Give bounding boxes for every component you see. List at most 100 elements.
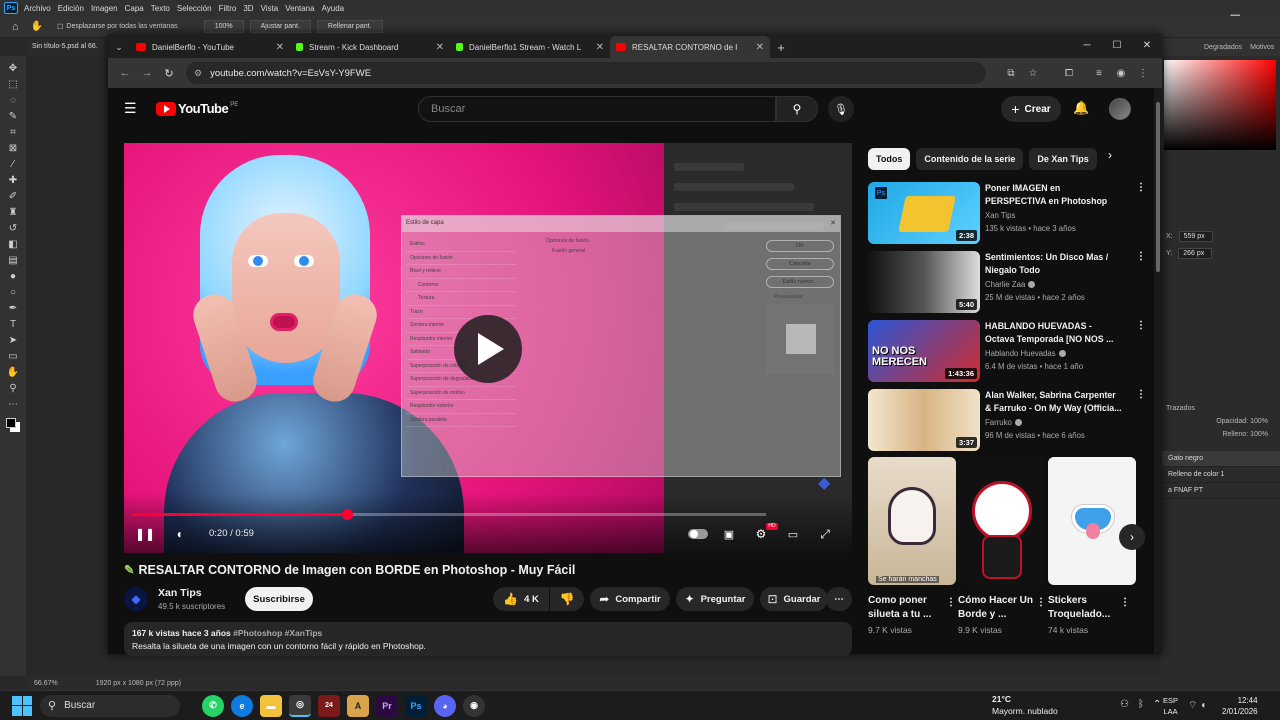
chip-todos[interactable]: Todos — [868, 148, 911, 170]
frame-tool-icon[interactable]: ⊠ — [5, 141, 21, 155]
save-button[interactable]: ⊡ Guardar — [760, 587, 828, 611]
back-icon[interactable]: ← — [114, 62, 136, 84]
tab-motivos[interactable]: Motivos — [1250, 44, 1274, 51]
reload-icon[interactable]: ↻ — [158, 62, 180, 84]
tray-chevron-icon[interactable]: ⌃ — [1153, 699, 1161, 710]
profile-icon[interactable]: ◉ — [1110, 62, 1132, 84]
page-scrollbar[interactable] — [1154, 88, 1162, 654]
like-button[interactable]: 👍 4 K — [493, 587, 549, 611]
short-thumbnail[interactable]: Se harán manchas — [868, 457, 956, 585]
site-info-icon[interactable]: ⚙ — [194, 68, 202, 79]
channel-avatar[interactable]: ◆ — [124, 587, 148, 611]
zoom-tool-icon[interactable]: ⚲ — [5, 381, 21, 395]
taskbar-clock[interactable]: 12:44 2/01/2026 — [1222, 695, 1258, 717]
recommendation-channel[interactable]: Hablando Huevadas — [985, 349, 1066, 358]
fit-screen-button[interactable]: Ajustar pant. — [249, 20, 311, 33]
quick-select-tool-icon[interactable]: ✎ — [5, 109, 21, 123]
file-explorer-icon[interactable]: ▬ — [260, 694, 282, 717]
ps-menu-3d[interactable]: 3D — [243, 4, 253, 13]
gamepad-icon[interactable]: ⚇ — [1120, 699, 1129, 710]
share-button[interactable]: ➦ Compartir — [590, 587, 670, 611]
forward-icon[interactable]: → — [136, 62, 158, 84]
scrollbar-thumb[interactable] — [1156, 102, 1160, 272]
reading-list-icon[interactable]: ≡ — [1088, 62, 1110, 84]
shape-tool-icon[interactable]: ▭ — [5, 349, 21, 363]
healing-tool-icon[interactable]: ✚ — [5, 173, 21, 187]
video-thumbnail[interactable]: 3:37 — [868, 389, 980, 451]
shorts-next-icon[interactable]: › — [1119, 524, 1145, 550]
tab-search-icon[interactable]: ⌄ — [108, 36, 130, 58]
weather-widget[interactable]: 21°C Mayorm. nublado — [992, 693, 1058, 717]
fill-screen-button[interactable]: Rellenar pant. — [316, 20, 383, 33]
volume-icon[interactable]: ◖ — [170, 523, 188, 545]
color-picker-gradient[interactable] — [1164, 60, 1276, 150]
more-options-icon[interactable]: ⋮ — [1136, 320, 1146, 331]
marquee-tool-icon[interactable]: ⬚ — [5, 77, 21, 91]
brush-tool-icon[interactable]: ✐ — [5, 189, 21, 203]
eraser-tool-icon[interactable]: ◧ — [5, 237, 21, 251]
layer-fnaf[interactable]: a FNAF PT — [1160, 483, 1280, 499]
subscribe-button[interactable]: Suscribirse — [245, 587, 313, 611]
progress-scrubber[interactable] — [341, 509, 353, 520]
recommendation-item[interactable]: Ps 2:38 Poner IMAGEN en PERSPECTIVA en P… — [868, 182, 1148, 244]
video-thumbnail[interactable]: NO NOS MERECEN 1:43:36 — [868, 320, 980, 382]
bluetooth-icon[interactable]: ᛒ — [1138, 699, 1144, 710]
stamp-tool-icon[interactable]: ♜ — [5, 205, 21, 219]
fill-value[interactable]: 100% — [1250, 431, 1268, 438]
recommendation-item[interactable]: 5:40 Sentimientos: Un Disco Mas / Niegal… — [868, 251, 1148, 313]
tab-close-icon[interactable]: ✕ — [596, 42, 604, 53]
windows-start-icon[interactable] — [12, 695, 32, 716]
photoshop-logo-icon[interactable]: Ps — [4, 2, 18, 14]
recommendation-channel[interactable]: Xan Tips — [985, 211, 1015, 220]
hashtags[interactable]: #Photoshop #XanTips — [233, 628, 322, 638]
scroll-all-checkbox[interactable]: ☐ — [57, 23, 63, 31]
photoshop-taskbar-icon[interactable]: Ps — [405, 694, 427, 717]
bookmark-star-icon[interactable]: ☆ — [1022, 62, 1044, 84]
search-icon[interactable]: ⚲ — [776, 96, 818, 122]
tab-close-icon[interactable]: ✕ — [276, 42, 284, 53]
microphone-icon[interactable]: 🎙 — [828, 96, 854, 122]
gradient-tool-icon[interactable]: ▤ — [5, 253, 21, 267]
more-options-icon[interactable]: ⋮ — [946, 597, 956, 608]
zoom-100-button[interactable]: 100% — [203, 20, 244, 33]
history-brush-icon[interactable]: ↺ — [5, 221, 21, 235]
ps-menu-imagen[interactable]: Imagen — [91, 4, 118, 13]
more-options-icon[interactable]: ⋮ — [1136, 389, 1146, 400]
taskbar-search[interactable]: ⚲ Buscar — [40, 694, 180, 717]
ps-menu-ayuda[interactable]: Ayuda — [322, 4, 345, 13]
pause-icon[interactable]: ❚❚ — [135, 523, 155, 545]
progress-bar[interactable] — [132, 509, 766, 520]
autoplay-toggle[interactable] — [688, 529, 708, 539]
chevron-right-icon[interactable]: › — [1108, 148, 1112, 162]
opacity-value[interactable]: 100% — [1250, 418, 1268, 425]
install-app-icon[interactable]: ⧉ — [1000, 62, 1022, 84]
more-actions-icon[interactable]: ⋯ — [826, 587, 852, 611]
premiere-icon[interactable]: Pr — [376, 694, 398, 717]
notifications-bell-icon[interactable]: 🔔 — [1073, 100, 1089, 116]
blur-tool-icon[interactable]: ● — [5, 269, 21, 283]
wifi-volume-icon[interactable]: ⌔ ◖ — [1188, 699, 1206, 712]
ps-menu-vista[interactable]: Vista — [261, 4, 279, 13]
x-position-field[interactable]: 559 px — [1178, 231, 1213, 242]
ps-menu-capa[interactable]: Capa — [125, 4, 144, 13]
extensions-icon[interactable]: ⧠ — [1058, 62, 1080, 84]
more-options-icon[interactable]: ⋮ — [1136, 182, 1146, 193]
ps-menu-texto[interactable]: Texto — [151, 4, 170, 13]
whatsapp-icon[interactable]: ✆ — [202, 694, 224, 717]
path-select-icon[interactable]: ➤ — [5, 333, 21, 347]
recommendation-item[interactable]: 3:37 Alan Walker, Sabrina Carpenter & Fa… — [868, 389, 1148, 451]
edge-icon[interactable]: e — [231, 694, 253, 717]
menu-icon[interactable]: ☰ — [124, 100, 137, 117]
recommendation-channel[interactable]: Farruko — [985, 418, 1022, 427]
ps-menu-filtro[interactable]: Filtro — [219, 4, 237, 13]
new-tab-icon[interactable]: + — [770, 36, 792, 58]
crop-tool-icon[interactable]: ⌗ — [5, 125, 21, 139]
fullscreen-icon[interactable]: ⤢ — [816, 523, 834, 545]
tab-close-icon[interactable]: ✕ — [436, 42, 444, 53]
game-launcher-icon[interactable]: 24 — [318, 694, 340, 717]
layer-gato-negro[interactable]: Gato negro — [1160, 451, 1280, 467]
subtitles-icon[interactable]: ▣ — [720, 523, 738, 545]
type-tool-icon[interactable]: T — [5, 317, 21, 331]
eyedropper-tool-icon[interactable]: ⁄ — [5, 157, 21, 171]
video-thumbnail[interactable]: 5:40 — [868, 251, 980, 313]
